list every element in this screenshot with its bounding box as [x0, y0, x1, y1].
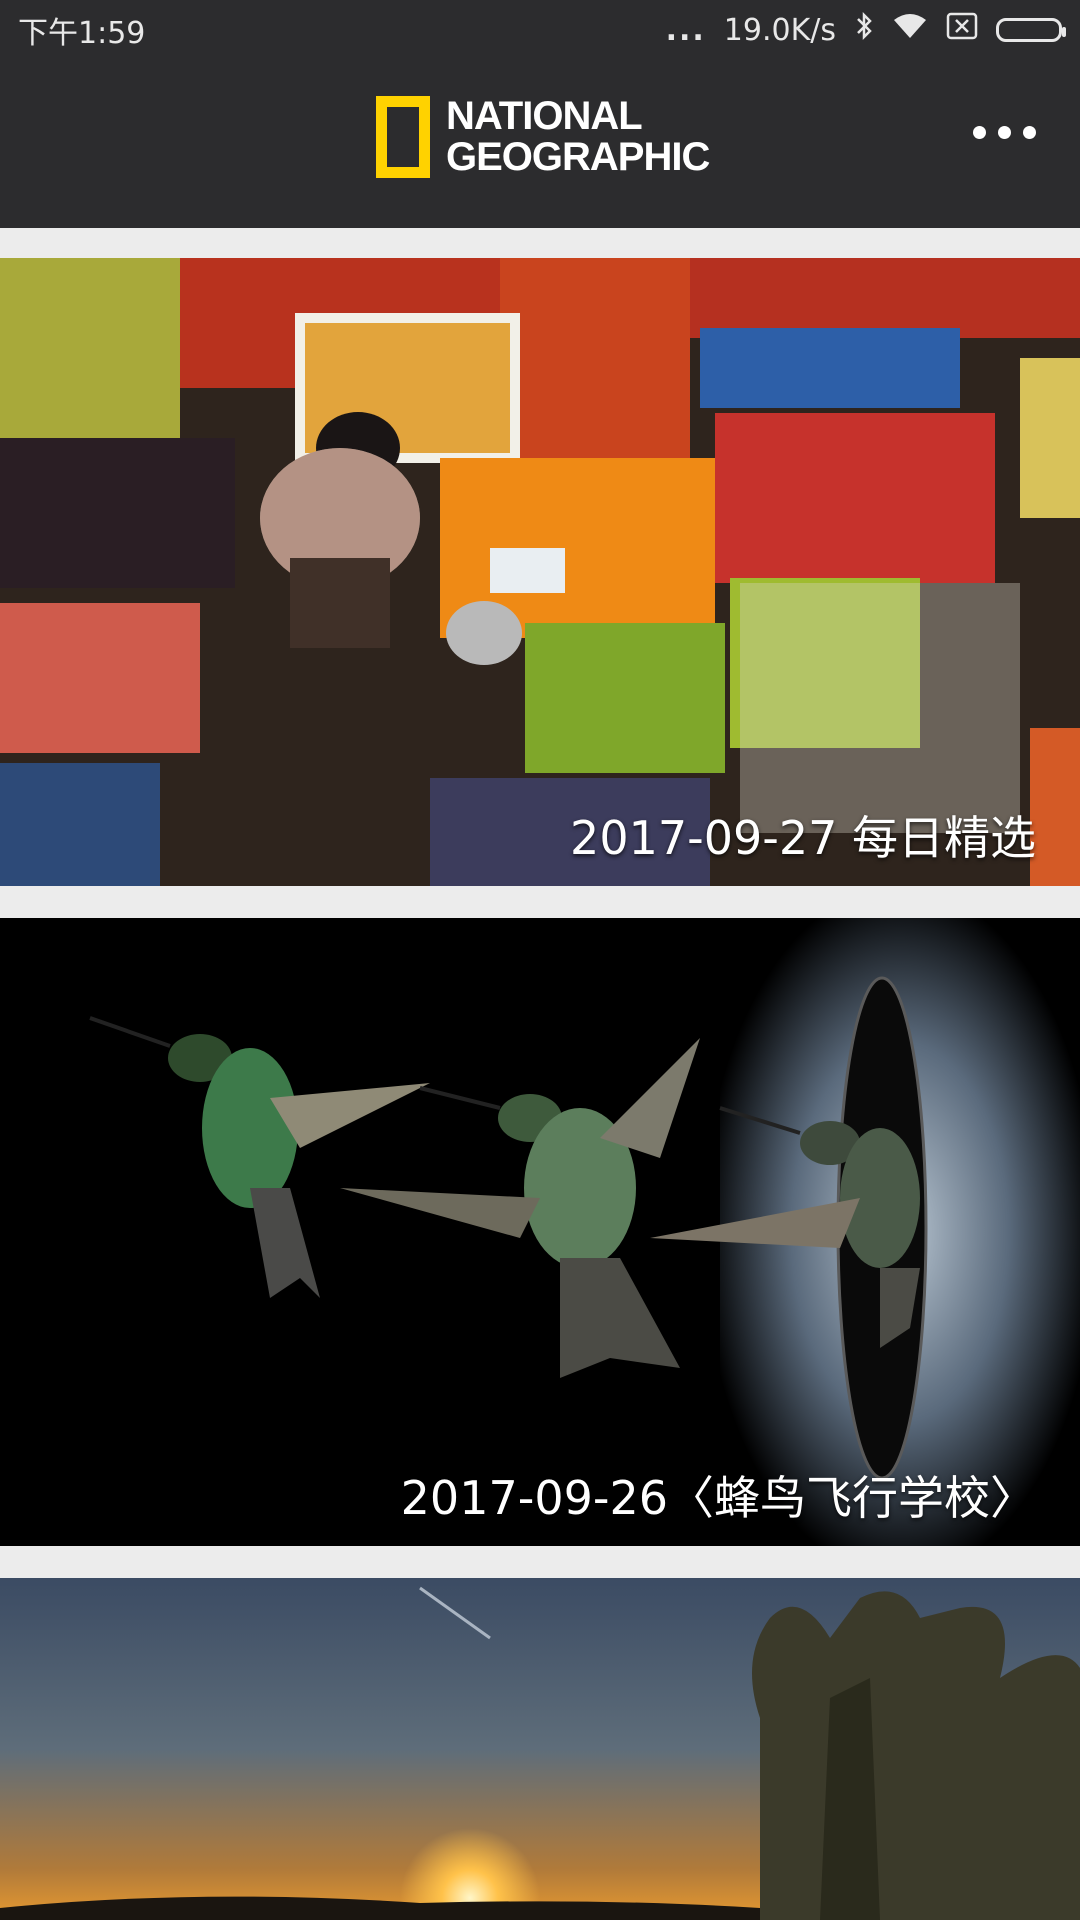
- status-time: 下午1:59: [18, 16, 146, 51]
- wifi-icon: [892, 12, 928, 48]
- network-speed: 19.0K/s: [723, 12, 836, 48]
- status-dots: ...: [665, 12, 706, 48]
- desert-sunset-photo: [0, 1578, 1080, 1920]
- natgeo-logo-frame-icon: [376, 96, 430, 178]
- battery-icon: [996, 18, 1066, 42]
- status-bar: 下午1:59 ... 19.0K/s: [0, 0, 1080, 60]
- bluetooth-icon: [854, 11, 874, 49]
- logo-text: NATIONAL GEOGRAPHIC: [446, 94, 710, 179]
- app-header: NATIONAL GEOGRAPHIC: [0, 60, 1080, 228]
- logo-line-1: NATIONAL: [446, 94, 643, 138]
- card-caption: 2017-09-27 每日精选: [570, 811, 1036, 865]
- status-icons: ... 19.0K/s: [665, 11, 1066, 49]
- feed-card-hummingbirds[interactable]: 2017-09-26〈蜂鸟飞行学校〉: [0, 918, 1080, 1546]
- logo-line-2: GEOGRAPHIC: [446, 135, 710, 179]
- feed-card-desert-sunset[interactable]: [0, 1578, 1080, 1920]
- hummingbirds-photo: [0, 918, 1080, 1546]
- feed-card-fruit-market[interactable]: 2017-09-27 每日精选: [0, 258, 1080, 886]
- fruit-market-photo: [0, 258, 1080, 886]
- card-caption: 2017-09-26〈蜂鸟飞行学校〉: [400, 1471, 1036, 1525]
- natgeo-logo: NATIONAL GEOGRAPHIC: [376, 94, 710, 179]
- sim-icon: [946, 12, 978, 48]
- more-options-button[interactable]: [973, 126, 1036, 139]
- more-icon: [973, 126, 986, 139]
